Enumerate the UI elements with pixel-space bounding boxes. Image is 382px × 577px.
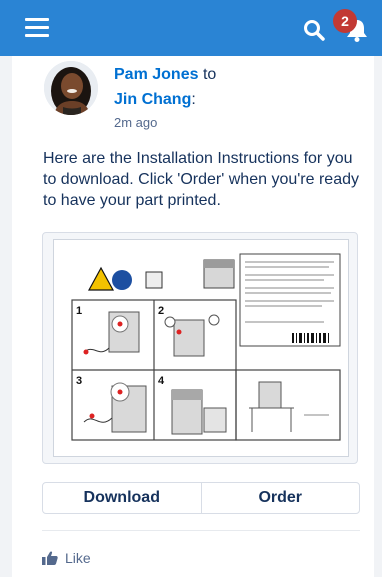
author-avatar[interactable] [44, 61, 98, 115]
post-body: Here are the Installation Instructions f… [43, 150, 359, 209]
top-bar: 2 [0, 0, 382, 56]
post-timestamp[interactable]: 2m ago [114, 115, 157, 130]
panel-number: 4 [158, 375, 165, 387]
attachment-preview[interactable]: 1 2 3 4 [42, 232, 358, 464]
like-label: Like [65, 550, 91, 566]
author-link[interactable]: Pam Jones [114, 66, 198, 83]
search-icon[interactable] [303, 19, 325, 41]
panel-number: 1 [76, 305, 82, 317]
order-button[interactable]: Order [200, 483, 360, 513]
action-button-group: Download Order [42, 482, 360, 514]
divider [42, 530, 360, 531]
author-connector: to [202, 66, 217, 83]
author-line: Pam Jones to [114, 66, 216, 84]
installation-instructions-document: 1 2 3 4 [53, 239, 349, 457]
panel-number: 2 [158, 305, 164, 317]
notification-badge[interactable]: 2 [333, 9, 357, 33]
recipient-line: Jin Chang: [114, 91, 196, 109]
recipient-link[interactable]: Jin Chang [114, 91, 191, 108]
download-button[interactable]: Download [43, 483, 201, 513]
like-button[interactable]: Like [42, 550, 91, 566]
info-icon [112, 270, 132, 290]
hamburger-menu-icon[interactable] [25, 18, 49, 38]
recipient-suffix: : [191, 91, 196, 108]
thumbs-up-icon [42, 551, 58, 565]
panel-number: 3 [76, 375, 82, 387]
